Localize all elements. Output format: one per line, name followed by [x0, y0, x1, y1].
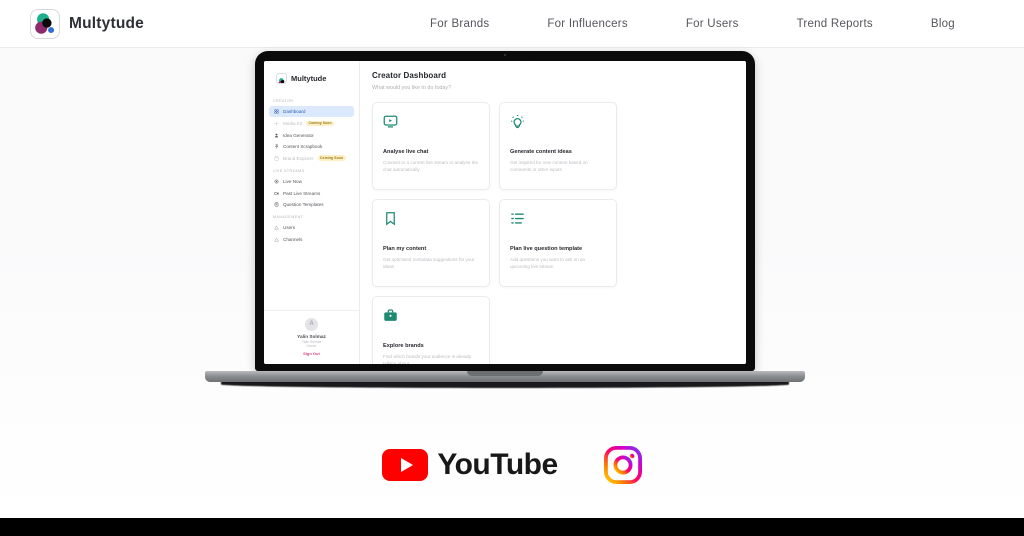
sidebar-item-past-live-streams-label: Past Live Streams: [283, 190, 321, 196]
card-title: Analyse live chat: [383, 149, 429, 155]
hero-section: Multytude CREATOR Dashboard Media Kit Co…: [0, 48, 1024, 518]
sidebar-item-media-kit-label: Media Kit: [283, 120, 303, 126]
footer-band: [0, 518, 1024, 536]
channels-icon: [274, 237, 279, 242]
video-icon: [274, 191, 279, 196]
sidebar-item-content-scrapbook[interactable]: Content Scrapbook: [269, 141, 354, 152]
laptop-base-shadow: [221, 381, 789, 388]
nav-link-for-brands[interactable]: For Brands: [430, 18, 489, 30]
sidebar-section-creator-label: CREATOR: [273, 99, 294, 103]
card-description: Connect to a current live stream to anal…: [383, 160, 478, 173]
layers-icon: [274, 156, 279, 161]
dashboard-card-grid: Analyse live chat Connect to a current l…: [372, 102, 734, 364]
card-explore-brands[interactable]: Explore brands Find which brands your au…: [372, 296, 490, 364]
site-brand-name: Multytude: [69, 14, 144, 32]
sidebar-item-channels[interactable]: Channels: [269, 234, 354, 245]
youtube-play-icon: [382, 449, 429, 481]
page-subtitle: What would you like to do today?: [372, 85, 452, 91]
laptop-lid: Multytude CREATOR Dashboard Media Kit Co…: [255, 51, 755, 371]
sidebar-section-management-label: MANAGEMENT: [273, 215, 304, 220]
nav-link-blog[interactable]: Blog: [931, 18, 955, 30]
card-title: Explore brands: [383, 343, 424, 349]
sidebar-item-past-live-streams[interactable]: Past Live Streams: [269, 187, 354, 198]
card-plan-my-content[interactable]: Plan my content Get optimised metadata s…: [372, 199, 490, 287]
youtube-logo[interactable]: YouTube: [382, 448, 558, 482]
card-description: Get inspired for new content based on co…: [510, 160, 588, 173]
card-plan-live-question-template[interactable]: Plan live question template Add question…: [499, 199, 617, 287]
sign-out-button[interactable]: Sign Out: [268, 351, 355, 356]
sidebar-item-brand-explorer-label: Brand Explorer: [283, 155, 314, 161]
sidebar-item-idea-generator[interactable]: Idea Generator: [269, 129, 354, 140]
nav-link-for-influencers[interactable]: For Influencers: [547, 18, 627, 30]
sidebar-item-dashboard-label: Dashboard: [283, 109, 306, 115]
card-analyse-live-chat[interactable]: Analyse live chat Connect to a current l…: [372, 102, 490, 190]
card-description: Find which brands your audience is alrea…: [383, 354, 472, 364]
card-generate-content-ideas[interactable]: Generate content ideas Get inspired for …: [499, 102, 617, 190]
app-brand-name: Multytude: [291, 74, 327, 83]
sparkle-icon: [274, 121, 279, 126]
app-main: Creator Dashboard What would you like to…: [360, 61, 746, 364]
site-header: Multytude For Brands For Influencers For…: [0, 0, 1024, 48]
app-screenshot: Multytude CREATOR Dashboard Media Kit Co…: [264, 61, 746, 364]
app-sidebar: Multytude CREATOR Dashboard Media Kit Co…: [264, 61, 360, 364]
nav-link-for-users[interactable]: For Users: [686, 18, 739, 30]
sidebar-user-profile: A Yalin Solmaz Yalin Solmaz Owner Sign O…: [264, 309, 359, 365]
multytude-circles-logo-icon-small: [276, 73, 287, 84]
clipboard-icon: [274, 202, 279, 207]
monitor-play-icon: [383, 114, 479, 130]
laptop-camera-notch: [477, 51, 533, 60]
card-description: Add questions you want to ask on an upco…: [510, 257, 586, 270]
laptop-base-notch: [467, 371, 543, 376]
person-icon: [274, 133, 279, 138]
laptop-base-deck: [205, 371, 805, 382]
sidebar-item-live-now-label: Live Now: [283, 179, 302, 185]
pin-icon: [274, 144, 279, 149]
card-description: Get optimised metadata suggestions for y…: [383, 257, 475, 270]
laptop-mockup: Multytude CREATOR Dashboard Media Kit Co…: [205, 51, 805, 399]
card-title: Plan live question template: [510, 246, 583, 252]
sidebar-section-live-streams-label: LIVE STREAMS: [273, 169, 305, 174]
multytude-circles-logo-icon: [30, 8, 60, 39]
broadcast-icon: [274, 179, 279, 184]
sidebar-badge-brand-explorer: Coming Soon: [317, 155, 346, 161]
primary-navigation: For Brands For Influencers For Users Tre…: [430, 0, 955, 48]
lightbulb-icon: [510, 114, 606, 130]
youtube-wordmark: YouTube: [437, 448, 558, 481]
card-title: Plan my content: [383, 246, 427, 252]
sidebar-item-live-now[interactable]: Live Now: [269, 176, 354, 187]
page-title: Creator Dashboard: [372, 71, 447, 80]
list-icon: [510, 211, 606, 227]
sidebar-badge-media-kit: Coming Soon: [306, 120, 335, 127]
sidebar-item-channels-label: Channels: [283, 236, 303, 242]
briefcase-icon: [383, 308, 479, 324]
sidebar-item-users-label: Users: [283, 225, 295, 231]
sidebar-item-media-kit[interactable]: Media Kit Coming Soon: [269, 117, 354, 129]
bookmark-icon: [383, 211, 479, 227]
sidebar-item-brand-explorer[interactable]: Brand Explorer Coming Soon: [269, 152, 354, 164]
users-icon: [274, 225, 279, 230]
sidebar-item-question-templates[interactable]: Question Templates: [269, 199, 354, 210]
instagram-logo[interactable]: [603, 446, 642, 484]
sidebar-item-dashboard[interactable]: Dashboard: [269, 106, 354, 118]
nav-link-trend-reports[interactable]: Trend Reports: [797, 18, 873, 30]
sidebar-item-users[interactable]: Users: [269, 222, 354, 233]
sidebar-item-idea-generator-label: Idea Generator: [283, 132, 314, 138]
profile-name: Yalin Solmaz: [297, 334, 326, 339]
card-title: Generate content ideas: [510, 149, 572, 155]
instagram-camera-icon: [603, 446, 642, 484]
social-logos: YouTube: [0, 446, 1024, 484]
grid-icon: [274, 109, 279, 114]
avatar[interactable]: A: [305, 317, 318, 331]
sidebar-item-content-scrapbook-label: Content Scrapbook: [283, 143, 323, 149]
site-brand[interactable]: Multytude: [30, 8, 144, 39]
profile-role: Owner: [306, 344, 317, 348]
app-sidebar-brand[interactable]: Multytude: [264, 69, 359, 94]
laptop-base: [205, 371, 805, 399]
sidebar-item-question-templates-label: Question Templates: [283, 202, 324, 207]
